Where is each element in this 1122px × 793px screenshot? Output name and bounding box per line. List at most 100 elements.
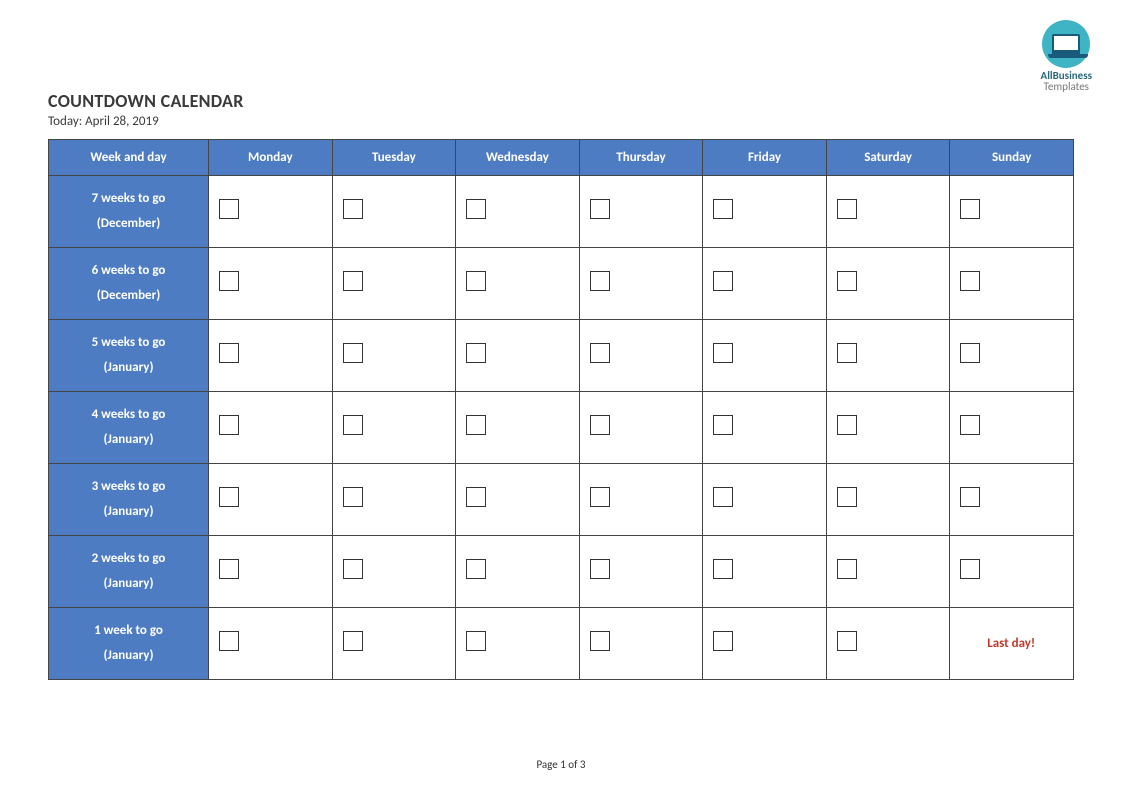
day-cell — [950, 320, 1074, 392]
day-cell — [703, 536, 827, 608]
day-cell — [332, 608, 456, 680]
checkbox-icon[interactable] — [837, 415, 857, 435]
checkbox-icon[interactable] — [466, 343, 486, 363]
day-cell — [826, 464, 950, 536]
day-cell — [332, 392, 456, 464]
checkbox-icon[interactable] — [219, 199, 239, 219]
col-header-tue: Tuesday — [332, 140, 456, 176]
checkbox-icon[interactable] — [343, 271, 363, 291]
day-cell — [703, 320, 827, 392]
checkbox-icon[interactable] — [837, 559, 857, 579]
checkbox-icon[interactable] — [590, 343, 610, 363]
day-cell — [826, 536, 950, 608]
checkbox-icon[interactable] — [837, 271, 857, 291]
table-row: 2 weeks to go (January) — [49, 536, 1074, 608]
day-cell — [332, 248, 456, 320]
checkbox-icon[interactable] — [219, 559, 239, 579]
checkbox-icon[interactable] — [590, 271, 610, 291]
checkbox-icon[interactable] — [837, 343, 857, 363]
row-label-bottom: (January) — [103, 576, 153, 591]
day-cell — [950, 248, 1074, 320]
checkbox-icon[interactable] — [343, 199, 363, 219]
table-row: 1 week to go(January)Last day! — [49, 608, 1074, 680]
row-label-bottom: (December) — [97, 288, 161, 303]
checkbox-icon[interactable] — [343, 487, 363, 507]
page-content: COUNTDOWN CALENDAR Today: April 28, 2019… — [0, 0, 1122, 680]
checkbox-icon[interactable] — [713, 631, 733, 651]
table-row: 7 weeks to go(December) — [49, 176, 1074, 248]
day-cell — [456, 248, 580, 320]
row-label-bottom: (January) — [103, 504, 153, 519]
checkbox-icon[interactable] — [960, 487, 980, 507]
checkbox-icon[interactable] — [960, 415, 980, 435]
page-footer: Page 1 of 3 — [0, 758, 1122, 771]
checkbox-icon[interactable] — [466, 271, 486, 291]
checkbox-icon[interactable] — [466, 559, 486, 579]
checkbox-icon[interactable] — [590, 631, 610, 651]
row-label-top: 2 weeks to go — [92, 551, 166, 566]
day-cell — [826, 176, 950, 248]
col-header-sat: Saturday — [826, 140, 950, 176]
checkbox-icon[interactable] — [466, 199, 486, 219]
checkbox-icon[interactable] — [343, 559, 363, 579]
row-label: 5 weeks to go(January) — [49, 320, 209, 392]
checkbox-icon[interactable] — [590, 415, 610, 435]
checkbox-icon[interactable] — [713, 343, 733, 363]
checkbox-icon[interactable] — [837, 631, 857, 651]
col-header-sun: Sunday — [950, 140, 1074, 176]
checkbox-icon[interactable] — [466, 631, 486, 651]
checkbox-icon[interactable] — [713, 199, 733, 219]
day-cell — [950, 392, 1074, 464]
row-label: 6 weeks to go(December) — [49, 248, 209, 320]
checkbox-icon[interactable] — [343, 343, 363, 363]
row-label: 4 weeks to go (January) — [49, 392, 209, 464]
checkbox-icon[interactable] — [219, 343, 239, 363]
checkbox-icon[interactable] — [960, 199, 980, 219]
last-day-text: Last day! — [950, 636, 1072, 651]
checkbox-icon[interactable] — [837, 199, 857, 219]
checkbox-icon[interactable] — [219, 271, 239, 291]
checkbox-icon[interactable] — [343, 415, 363, 435]
row-label-bottom: (January) — [103, 432, 153, 447]
day-cell — [579, 464, 703, 536]
day-cell — [456, 536, 580, 608]
table-row: 5 weeks to go(January) — [49, 320, 1074, 392]
day-cell — [579, 248, 703, 320]
checkbox-icon[interactable] — [960, 343, 980, 363]
day-cell — [456, 608, 580, 680]
logo-text-line2: Templates — [1041, 81, 1092, 92]
checkbox-icon[interactable] — [219, 415, 239, 435]
checkbox-icon[interactable] — [466, 487, 486, 507]
checkbox-icon[interactable] — [219, 487, 239, 507]
checkbox-icon[interactable] — [713, 415, 733, 435]
checkbox-icon[interactable] — [960, 271, 980, 291]
checkbox-icon[interactable] — [590, 487, 610, 507]
row-label-bottom: (January) — [103, 360, 153, 375]
checkbox-icon[interactable] — [590, 559, 610, 579]
row-label-top: 4 weeks to go — [92, 407, 166, 422]
checkbox-icon[interactable] — [713, 487, 733, 507]
checkbox-icon[interactable] — [713, 559, 733, 579]
checkbox-icon[interactable] — [343, 631, 363, 651]
day-cell — [332, 536, 456, 608]
col-header-wed: Wednesday — [456, 140, 580, 176]
day-cell — [703, 608, 827, 680]
day-cell — [950, 464, 1074, 536]
row-label: 3 weeks to go(January) — [49, 464, 209, 536]
day-cell — [703, 464, 827, 536]
row-label: 2 weeks to go (January) — [49, 536, 209, 608]
checkbox-icon[interactable] — [219, 631, 239, 651]
day-cell — [703, 248, 827, 320]
row-label: 7 weeks to go(December) — [49, 176, 209, 248]
day-cell — [826, 392, 950, 464]
day-cell — [456, 464, 580, 536]
day-cell — [209, 608, 333, 680]
day-cell — [332, 176, 456, 248]
table-row: 4 weeks to go (January) — [49, 392, 1074, 464]
checkbox-icon[interactable] — [960, 559, 980, 579]
checkbox-icon[interactable] — [713, 271, 733, 291]
col-header-mon: Monday — [209, 140, 333, 176]
checkbox-icon[interactable] — [466, 415, 486, 435]
checkbox-icon[interactable] — [837, 487, 857, 507]
checkbox-icon[interactable] — [590, 199, 610, 219]
